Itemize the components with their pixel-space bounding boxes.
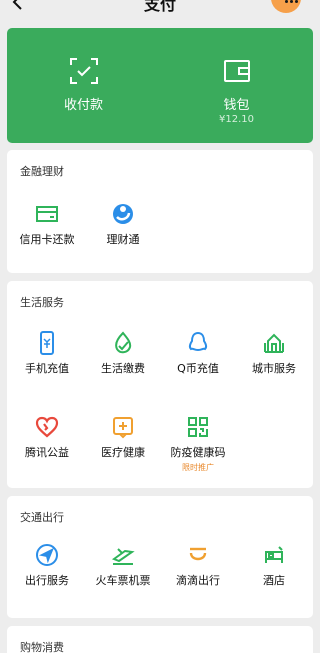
utility-leaf-icon bbox=[111, 331, 135, 355]
section-title: 交通出行 bbox=[20, 511, 64, 524]
health-code-item[interactable]: 防疫健康码 限时推广 bbox=[160, 415, 236, 475]
qq-penguin-icon bbox=[186, 331, 210, 355]
wealth-icon bbox=[111, 202, 135, 226]
wallet-icon bbox=[222, 57, 252, 85]
life-services-section: 生活服务 手机充值 生活缴费 Q币充值 城市服务 腾讯公益 医疗健康 防疫健康码… bbox=[7, 281, 313, 488]
item-label: 酒店 bbox=[263, 574, 285, 587]
train-flight-item[interactable]: 火车票机票 bbox=[85, 543, 161, 603]
item-label: 信用卡还款 bbox=[19, 233, 75, 246]
item-label: 理财通 bbox=[106, 233, 140, 246]
credit-card-icon bbox=[35, 202, 59, 226]
phone-topup-item[interactable]: 手机充值 bbox=[9, 331, 85, 391]
section-title: 购物消费 bbox=[20, 641, 64, 653]
item-label: 手机充值 bbox=[25, 362, 69, 375]
city-services-item[interactable]: 城市服务 bbox=[236, 331, 312, 391]
item-label: 滴滴出行 bbox=[176, 574, 220, 587]
qr-code-icon bbox=[186, 415, 210, 439]
wallet-label: 钱包 bbox=[223, 98, 250, 113]
navigation-icon bbox=[35, 543, 59, 567]
receive-pay-label: 收付款 bbox=[63, 98, 103, 113]
more-dots-icon bbox=[290, 0, 293, 3]
city-building-icon bbox=[262, 331, 286, 355]
qcoin-topup-item[interactable]: Q币充值 bbox=[160, 331, 236, 391]
hotel-item[interactable]: 酒店 bbox=[236, 543, 312, 603]
promo-tag: 限时推广 bbox=[182, 463, 214, 472]
transport-section: 交通出行 出行服务 火车票机票 滴滴出行 酒店 bbox=[7, 496, 313, 618]
hotel-bed-icon bbox=[262, 543, 286, 567]
wallet-panel: 收付款 钱包 ¥12.10 bbox=[7, 28, 313, 143]
section-title: 金融理财 bbox=[20, 165, 64, 178]
didi-item[interactable]: 滴滴出行 bbox=[160, 543, 236, 603]
item-label: 腾讯公益 bbox=[25, 446, 69, 459]
utility-bill-item[interactable]: 生活缴费 bbox=[85, 331, 161, 391]
item-label: 城市服务 bbox=[252, 362, 296, 375]
item-label: 防疫健康码 bbox=[170, 446, 226, 459]
receive-pay-button[interactable]: 收付款 bbox=[7, 28, 160, 143]
top-nav-bar: 支付 bbox=[0, 0, 320, 22]
scan-check-icon bbox=[69, 57, 99, 85]
shopping-section: 购物消费 bbox=[7, 626, 313, 653]
item-label: Q币充值 bbox=[177, 362, 219, 375]
train-plane-icon bbox=[111, 543, 135, 567]
wallet-button[interactable]: 钱包 ¥12.10 bbox=[160, 28, 313, 143]
medical-item[interactable]: 医疗健康 bbox=[85, 415, 161, 475]
travel-service-item[interactable]: 出行服务 bbox=[9, 543, 85, 603]
phone-topup-icon bbox=[35, 331, 59, 355]
medical-plus-icon bbox=[111, 415, 135, 439]
charity-heart-icon bbox=[35, 415, 59, 439]
wealth-item[interactable]: 理财通 bbox=[85, 202, 161, 262]
credit-card-repay-item[interactable]: 信用卡还款 bbox=[9, 202, 85, 262]
charity-item[interactable]: 腾讯公益 bbox=[9, 415, 85, 475]
finance-section: 金融理财 信用卡还款 理财通 bbox=[7, 150, 313, 273]
section-title: 生活服务 bbox=[20, 296, 64, 309]
wallet-balance: ¥12.10 bbox=[219, 114, 254, 125]
item-label: 出行服务 bbox=[25, 574, 69, 587]
didi-icon bbox=[186, 543, 210, 567]
